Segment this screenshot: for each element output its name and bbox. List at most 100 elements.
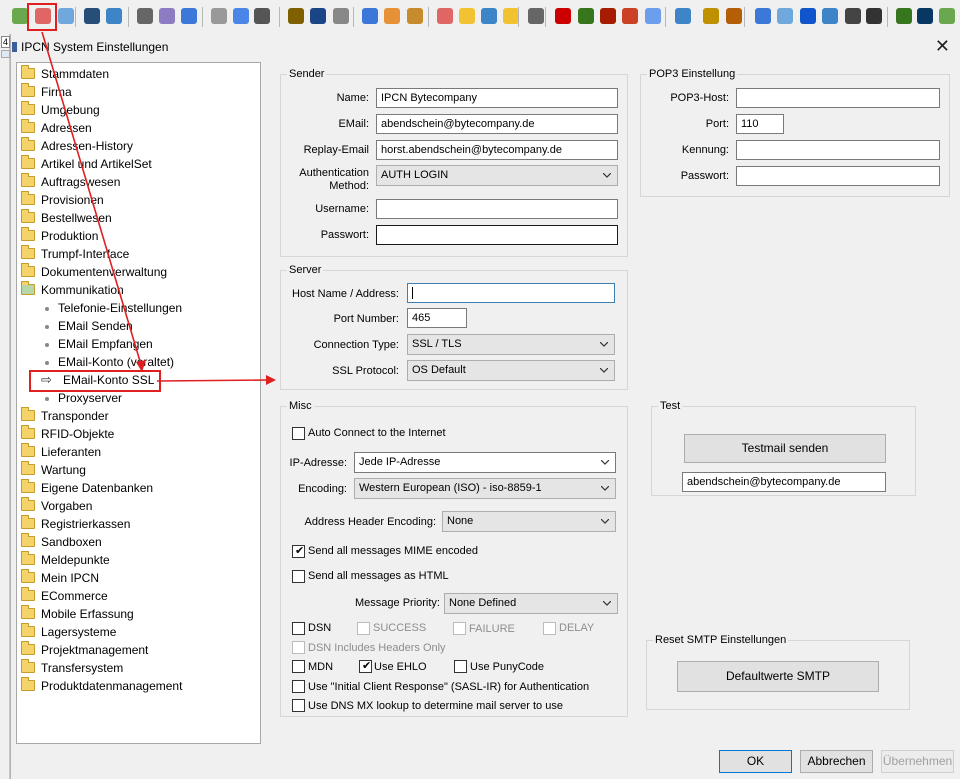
dsn-checkbox[interactable] <box>292 622 305 635</box>
auth-method-select[interactable]: AUTH LOGIN <box>376 165 618 186</box>
tree-item[interactable]: Artikel und ArtikelSet <box>21 155 152 173</box>
sender-email-field[interactable]: abendschein@bytecompany.de <box>376 114 618 134</box>
tree-item[interactable]: Transfersystem <box>21 659 123 677</box>
tree-item[interactable]: Lieferanten <box>21 443 101 461</box>
person-gear-icon[interactable] <box>939 8 955 24</box>
pop3-port-field[interactable]: 110 <box>736 114 784 134</box>
pop3-kennung-field[interactable] <box>736 140 940 160</box>
dsn-headers-checkbox[interactable] <box>292 641 305 654</box>
ssl-protocol-select[interactable]: OS Default <box>407 360 615 381</box>
mdn-checkbox[interactable] <box>292 660 305 673</box>
tree-item[interactable]: Auftragswesen <box>21 173 120 191</box>
tree-item[interactable]: Eigene Datenbanken <box>21 479 153 497</box>
download-icon[interactable] <box>896 8 912 24</box>
dsn-delay-checkbox[interactable] <box>543 622 556 635</box>
card-icon[interactable] <box>845 8 861 24</box>
chat-icon[interactable] <box>777 8 793 24</box>
message-priority-select[interactable]: None Defined <box>444 593 618 614</box>
side-tab-2[interactable] <box>1 50 10 58</box>
sender-password-field[interactable] <box>376 225 618 245</box>
address-header-encoding-select[interactable]: None <box>442 511 616 532</box>
sender-name-field[interactable]: IPCN Bytecompany <box>376 88 618 108</box>
person-icon[interactable] <box>917 8 933 24</box>
tree-item[interactable]: RFID-Objekte <box>21 425 114 443</box>
yellow-book-icon[interactable] <box>703 8 719 24</box>
tree-item[interactable]: Vorgaben <box>21 497 92 515</box>
user-check-icon[interactable] <box>106 8 122 24</box>
username-field[interactable] <box>376 199 618 219</box>
send-html-checkbox[interactable] <box>292 570 305 583</box>
pop3-password-field[interactable] <box>736 166 940 186</box>
dsn-success-checkbox[interactable] <box>357 622 370 635</box>
pie-chart-icon[interactable] <box>675 8 691 24</box>
tree-item[interactable]: Stammdaten <box>21 65 109 83</box>
brown-book-icon[interactable] <box>726 8 742 24</box>
user-icon[interactable] <box>84 8 100 24</box>
dsn-failure-checkbox[interactable] <box>453 622 466 635</box>
settings-tree[interactable]: Stammdaten Firma Umgebung Adressen Adressen-… <box>16 62 261 744</box>
tree-item[interactable]: Registrierkassen <box>21 515 130 533</box>
star-icon[interactable] <box>503 8 519 24</box>
port-number-field[interactable]: 465 <box>407 308 467 328</box>
mobile-icon[interactable] <box>866 8 882 24</box>
tree-item[interactable]: Kommunikation <box>21 281 124 299</box>
tree-item[interactable]: Firma <box>21 83 72 101</box>
tree-item[interactable]: Mein IPCN <box>21 569 99 587</box>
tree-item[interactable]: Adressen-History <box>21 137 133 155</box>
pop3-host-field[interactable] <box>736 88 940 108</box>
auto-connect-checkbox[interactable] <box>292 427 305 440</box>
close-icon[interactable]: ✕ <box>935 36 950 57</box>
smtp-defaults-button[interactable]: Defaultwerte SMTP <box>677 661 879 692</box>
globe-icon[interactable] <box>233 8 249 24</box>
test-email-field[interactable]: abendschein@bytecompany.de <box>682 472 886 492</box>
mime-encoded-checkbox[interactable]: ✔ <box>292 545 305 558</box>
tree-item[interactable]: EMail Empfangen <box>41 335 153 353</box>
ip-address-select[interactable]: Jede IP-Adresse <box>354 452 616 473</box>
cart-icon[interactable] <box>481 8 497 24</box>
tree-item[interactable]: Provisionen <box>21 191 104 209</box>
chart-icon[interactable] <box>645 8 661 24</box>
settings-icon[interactable] <box>12 8 28 24</box>
tree-item[interactable]: Telefonie-Einstellungen <box>41 299 182 317</box>
tree-item[interactable]: Projektmanagement <box>21 641 148 659</box>
people-icon[interactable] <box>437 8 453 24</box>
wheel-icon[interactable] <box>333 8 349 24</box>
use-punycode-checkbox[interactable] <box>454 660 467 673</box>
side-tab[interactable]: 4 <box>1 36 10 48</box>
tree-item[interactable]: Sandboxen <box>21 533 102 551</box>
host-address-field[interactable] <box>407 283 615 303</box>
reply-email-field[interactable]: horst.abendschein@bytecompany.de <box>376 140 618 160</box>
encoding-select[interactable]: Western European (ISO) - iso-8859-1 <box>354 478 616 499</box>
package-icon[interactable] <box>407 8 423 24</box>
connection-type-select[interactable]: SSL / TLS <box>407 334 615 355</box>
export-icon[interactable] <box>755 8 771 24</box>
eraser-icon[interactable] <box>622 8 638 24</box>
sasl-ir-checkbox[interactable] <box>292 680 305 693</box>
calculator-icon[interactable] <box>528 8 544 24</box>
users-group-icon[interactable] <box>288 8 304 24</box>
tree-item[interactable]: Produktion <box>21 227 98 245</box>
cabinet-icon[interactable] <box>159 8 175 24</box>
report-icon[interactable] <box>181 8 197 24</box>
book-icon[interactable] <box>555 8 571 24</box>
tree-item[interactable]: Umgebung <box>21 101 100 119</box>
tree-item[interactable]: Dokumentenverwaltung <box>21 263 167 281</box>
tree-item[interactable]: Meldepunkte <box>21 551 110 569</box>
phone-icon[interactable] <box>254 8 270 24</box>
cancel-button[interactable]: Abbrechen <box>800 750 873 773</box>
tree-item[interactable]: EMail Senden <box>41 317 133 335</box>
box-icon[interactable] <box>384 8 400 24</box>
sync-icon[interactable] <box>459 8 475 24</box>
apply-button[interactable]: Übernehmen <box>881 750 954 773</box>
euro-icon[interactable] <box>800 8 816 24</box>
tree-item[interactable]: EMail-Konto (veraltet) <box>41 353 174 371</box>
tree-item[interactable]: Mobile Erfassung <box>21 605 134 623</box>
gears-icon[interactable] <box>362 8 378 24</box>
tree-item[interactable]: ECommerce <box>21 587 108 605</box>
send-testmail-button[interactable]: Testmail senden <box>684 434 886 463</box>
tree-item[interactable]: Adressen <box>21 119 92 137</box>
tree-item[interactable]: Wartung <box>21 461 86 479</box>
red-book-icon[interactable] <box>600 8 616 24</box>
tree-item[interactable]: Transponder <box>21 407 109 425</box>
settings-blue-icon[interactable] <box>58 8 74 24</box>
